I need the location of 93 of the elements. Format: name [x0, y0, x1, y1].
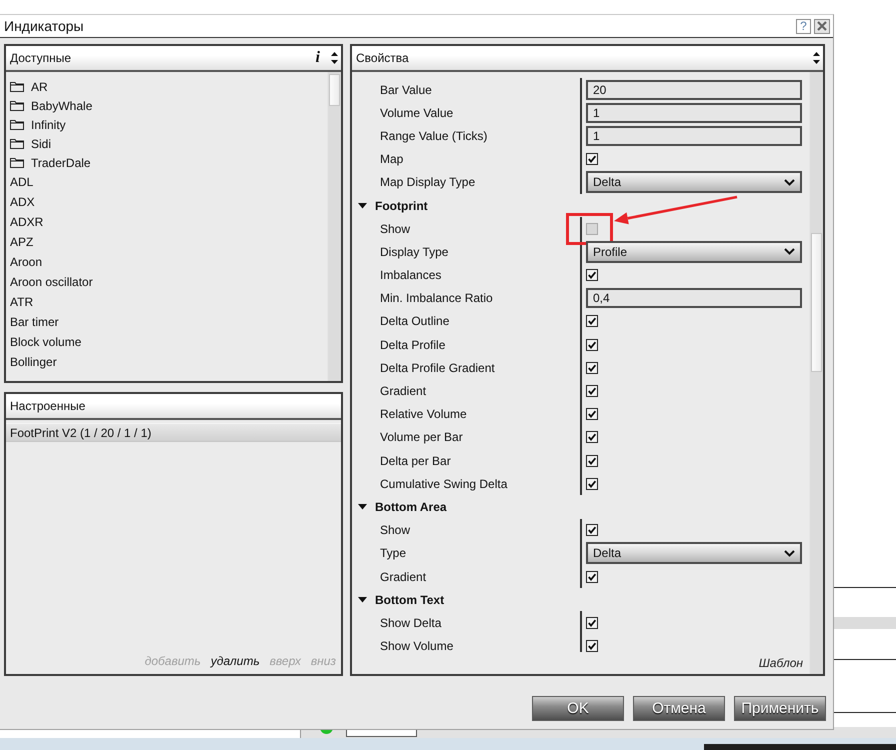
list-item[interactable]: Sidi	[10, 134, 327, 153]
property-label: Show Volume	[380, 639, 454, 652]
checkbox[interactable]	[586, 570, 598, 583]
property-label: Volume Value	[380, 106, 454, 120]
checkbox[interactable]	[586, 640, 598, 652]
checkbox[interactable]	[586, 153, 598, 166]
text-field[interactable]: 0,4	[586, 288, 802, 308]
checkbox[interactable]	[586, 616, 598, 629]
chevron-icon	[784, 550, 795, 557]
property-label: Delta Outline	[380, 314, 450, 328]
dialog-button[interactable]: OK	[532, 696, 624, 721]
folder-icon	[10, 138, 24, 149]
arrow-down-icon[interactable]	[813, 60, 820, 64]
list-item[interactable]: Aroon	[10, 252, 327, 272]
caret-icon[interactable]	[358, 595, 367, 604]
property-label: Delta Profile Gradient	[380, 360, 495, 375]
action-link[interactable]: удалить	[210, 654, 260, 668]
list-item[interactable]: Infinity	[10, 115, 327, 134]
property-label: Type	[380, 546, 406, 560]
property-label: Gradient	[380, 570, 426, 584]
text-field[interactable]: 20	[586, 80, 802, 100]
property-label: Delta per Bar	[380, 454, 451, 468]
close-button[interactable]	[814, 18, 830, 34]
property-label: Map	[380, 152, 404, 166]
list-item[interactable]: BabyWhale	[10, 96, 327, 115]
chevron-icon	[784, 178, 795, 186]
text-field[interactable]: 1	[586, 102, 802, 123]
property-label: Cumulative Swing Delta	[380, 476, 508, 491]
checkbox[interactable]	[586, 315, 598, 328]
help-button[interactable]: ?	[796, 18, 811, 34]
property-label: Min. Imbalance Ratio	[380, 291, 493, 306]
checkbox[interactable]	[586, 362, 598, 374]
checkbox[interactable]	[586, 269, 598, 282]
list-item[interactable]: Bar timer	[10, 312, 327, 332]
property-label: Show Delta	[380, 616, 442, 630]
arrow-up-icon[interactable]	[331, 52, 338, 56]
checkbox[interactable]	[586, 385, 598, 398]
dropdown[interactable]: Delta	[586, 542, 802, 564]
category-label: Bottom Text	[375, 592, 444, 607]
list-item[interactable]: ATR	[10, 292, 327, 312]
panel-title: Доступные	[10, 51, 72, 65]
dropdown[interactable]: Delta	[586, 171, 802, 194]
caret-icon[interactable]	[358, 502, 367, 512]
property-label: Bar Value	[380, 82, 432, 97]
template-link[interactable]: Шаблон	[758, 656, 803, 670]
checkbox[interactable]	[586, 431, 598, 444]
dialog-button[interactable]: Применить	[734, 696, 826, 721]
arrow-down-icon[interactable]	[331, 60, 338, 64]
list-item[interactable]: FootPrint V2 (1 / 20 / 1 / 1)	[6, 423, 341, 442]
folder-icon	[10, 100, 24, 111]
property-label: Range Value (Ticks)	[380, 128, 488, 143]
dropdown[interactable]: Profile	[586, 240, 802, 263]
chevron-icon	[784, 248, 795, 256]
property-label: Show	[380, 523, 410, 538]
panel-title: Настроенные	[10, 399, 86, 413]
checkbox[interactable]	[586, 454, 598, 467]
text-field[interactable]: 1	[586, 126, 802, 146]
checkbox[interactable]	[586, 408, 598, 420]
list-item[interactable]: ADX	[10, 192, 327, 212]
list-item[interactable]: Aroon oscillator	[10, 272, 327, 292]
list-item[interactable]: Block volume	[10, 332, 327, 352]
category-label: Bottom Area	[375, 500, 447, 514]
arrow-up-icon[interactable]	[813, 52, 820, 56]
folder-icon	[10, 119, 24, 130]
property-label: Map Display Type	[380, 175, 476, 190]
caret-icon[interactable]	[358, 201, 367, 210]
close-icon	[817, 21, 827, 31]
list-item[interactable]: APZ	[10, 232, 327, 252]
window-title: Индикаторы	[4, 18, 84, 34]
checkbox[interactable]	[586, 338, 598, 351]
list-item[interactable]: ADL	[10, 172, 327, 192]
list-item[interactable]: ADXR	[10, 212, 327, 232]
list-item[interactable]: AR	[10, 77, 327, 96]
property-label: Imbalances	[380, 268, 442, 282]
folder-icon	[10, 157, 24, 168]
scrollbar-thumb[interactable]	[329, 74, 340, 106]
property-label: Relative Volume	[380, 407, 467, 422]
checkbox[interactable]	[586, 478, 598, 490]
list-item[interactable]: TraderDale	[10, 153, 327, 172]
dialog-button[interactable]: Отмена	[633, 696, 725, 721]
checkbox[interactable]	[586, 524, 598, 536]
panel-title: Свойства	[356, 51, 410, 65]
info-button[interactable]: i	[316, 49, 320, 67]
scrollbar-thumb[interactable]	[811, 233, 822, 372]
category-label: Footprint	[375, 198, 428, 213]
property-label: Gradient	[380, 384, 426, 398]
property-label: Delta Profile	[380, 338, 446, 352]
checkbox[interactable]	[586, 222, 598, 235]
list-item[interactable]: Bollinger	[10, 352, 327, 372]
property-label: Display Type	[380, 244, 448, 259]
property-label: Show	[380, 222, 410, 236]
property-label: Volume per Bar	[380, 430, 463, 444]
folder-icon	[10, 81, 24, 92]
